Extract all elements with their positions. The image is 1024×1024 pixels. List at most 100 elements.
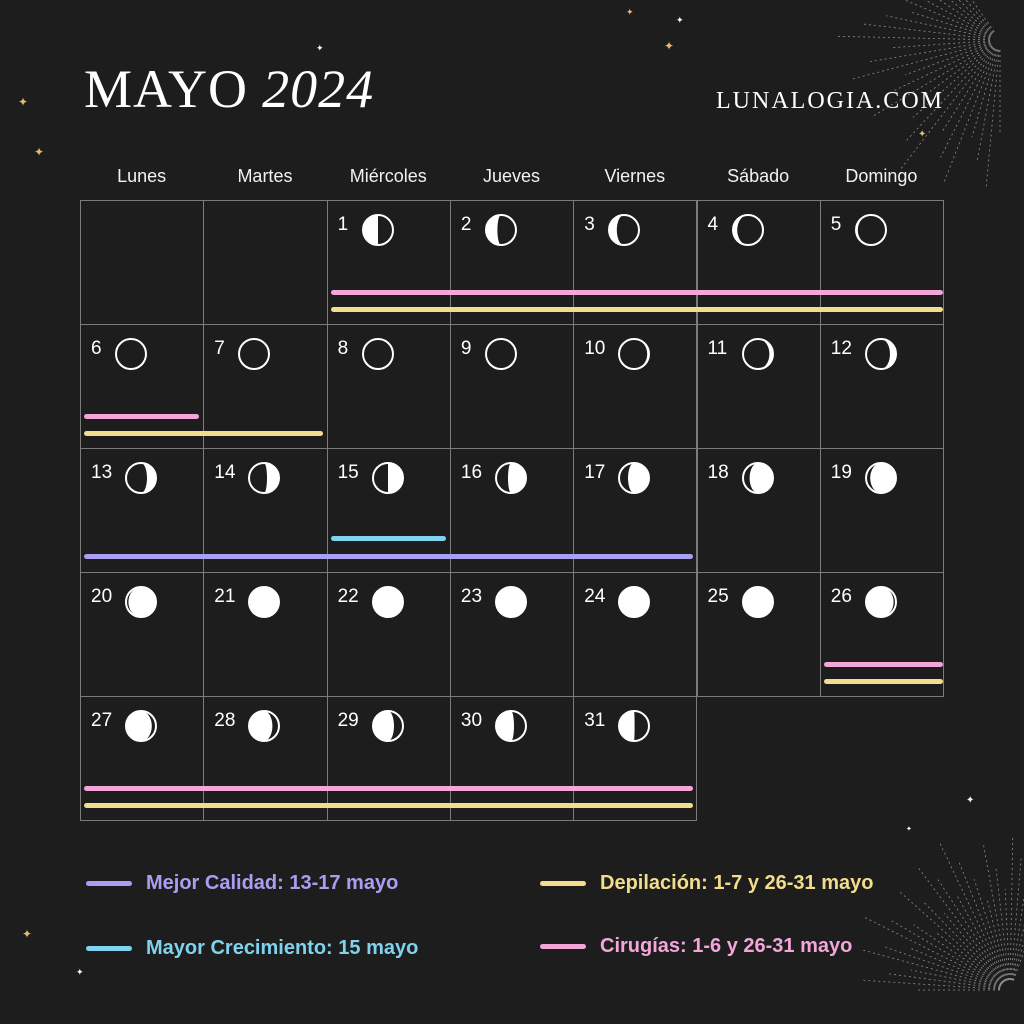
moon-phase-icon <box>115 338 147 370</box>
moon-phase-icon <box>618 462 651 494</box>
day-number: 15 <box>337 462 359 483</box>
moon-phase-icon <box>125 462 157 494</box>
moon-phase-icon <box>361 338 394 370</box>
day-number: 27 <box>91 710 113 731</box>
range-bar-yellow <box>330 307 944 312</box>
day-number: 21 <box>214 586 236 607</box>
legend-item-surgery: Cirugías: 1-6 y 26-31 mayo <box>540 935 852 958</box>
day-number: 1 <box>337 214 349 235</box>
range-bar-pink <box>84 786 693 791</box>
day-number: 29 <box>337 710 359 731</box>
moon-phase-icon <box>741 586 774 618</box>
calendar-day-cell: 24 <box>573 572 698 697</box>
legend-label: Mejor Calidad: 13-17 mayo <box>146 872 399 894</box>
day-number: 9 <box>460 338 472 359</box>
calendar-day-cell: 25 <box>696 572 821 697</box>
legend-swatch-yellow <box>540 881 586 886</box>
sparkle-icon: ✦ <box>906 826 912 833</box>
moon-phase-icon <box>371 462 404 494</box>
moon-phase-icon <box>854 214 887 246</box>
moon-phase-icon <box>864 338 897 370</box>
moon-phase-icon <box>125 586 157 618</box>
day-number: 26 <box>830 586 852 607</box>
day-number: 3 <box>584 214 595 235</box>
sparkle-icon: ✦ <box>22 927 33 941</box>
day-number: 10 <box>584 338 606 359</box>
calendar-grid: 1 2 3 4 5 6 7 8 9 10 11 12 13 14 15 16 17 18 19 20 21 22 23 24 2… <box>0 0 1024 1024</box>
moon-phase-icon <box>741 338 774 370</box>
legend-item-best-quality: Mejor Calidad: 13-17 mayo <box>86 872 398 895</box>
moon-phase-icon <box>484 338 517 370</box>
moon-phase-icon <box>618 338 651 370</box>
sparkle-icon: ✦ <box>676 15 684 25</box>
legend-swatch-purple <box>86 881 132 886</box>
day-number: 18 <box>707 462 729 483</box>
day-number: 19 <box>830 462 852 483</box>
moon-phase-icon <box>864 586 897 618</box>
calendar-day-cell: 20 <box>80 572 205 697</box>
day-number: 4 <box>707 214 719 235</box>
range-bar-purple <box>84 554 693 559</box>
range-bar-yellow <box>823 679 944 684</box>
legend-label: Depilación: 1-7 y 26-31 mayo <box>600 872 874 894</box>
calendar-day-cell: 18 <box>696 448 821 573</box>
day-number: 12 <box>830 338 852 359</box>
legend-swatch-pink <box>540 944 586 949</box>
calendar-day-cell: 10 <box>573 324 698 449</box>
moon-phase-icon <box>361 214 394 246</box>
sparkle-icon: ✦ <box>664 39 675 53</box>
range-bar-pink <box>823 662 944 667</box>
moon-phase-icon <box>618 710 651 742</box>
day-number: 5 <box>830 214 842 235</box>
calendar-day-cell: 21 <box>203 572 328 697</box>
range-bar-pink <box>330 290 944 295</box>
day-number: 23 <box>460 586 483 607</box>
sparkle-icon: ✦ <box>626 7 634 17</box>
moon-phase-icon <box>238 338 271 370</box>
legend-label: Mayor Crecimiento: 15 mayo <box>146 937 419 959</box>
moon-phase-icon <box>494 586 527 618</box>
sparkle-icon: ✦ <box>966 795 975 806</box>
moon-phase-icon <box>125 710 157 742</box>
moon-phase-icon <box>371 586 404 618</box>
day-number: 31 <box>584 710 606 731</box>
moon-phase-icon <box>731 214 764 246</box>
range-bar-yellow <box>84 431 323 436</box>
day-number: 13 <box>91 462 113 483</box>
moon-phase-icon <box>864 462 897 494</box>
calendar-cell-empty <box>80 200 205 325</box>
moon-phase-icon <box>248 586 281 618</box>
day-number: 28 <box>214 710 236 731</box>
moon-phase-icon <box>494 710 527 742</box>
calendar-day-cell: 23 <box>449 572 575 697</box>
sparkle-icon: ✦ <box>918 129 927 140</box>
day-number: 2 <box>460 214 472 235</box>
day-number: 24 <box>584 586 606 607</box>
calendar-day-cell: 22 <box>326 572 451 697</box>
sparkle-icon: ✦ <box>34 145 45 159</box>
moon-phase-icon <box>248 462 281 494</box>
day-number: 16 <box>460 462 483 483</box>
legend-item-greatest-growth: Mayor Crecimiento: 15 mayo <box>86 937 418 960</box>
day-number: 11 <box>707 338 728 359</box>
range-bar-blue <box>330 536 446 541</box>
moon-phase-icon <box>494 462 527 494</box>
sparkle-icon: ✦ <box>18 95 29 109</box>
moon-phase-icon <box>608 214 641 246</box>
legend-label: Cirugías: 1-6 y 26-31 mayo <box>600 935 853 957</box>
moon-phase-icon <box>484 214 517 246</box>
calendar-day-cell: 12 <box>819 324 945 449</box>
day-number: 17 <box>584 462 606 483</box>
legend-swatch-blue <box>86 946 132 951</box>
calendar-cell-empty <box>203 200 328 325</box>
sparkle-icon: ✦ <box>316 43 324 53</box>
moon-phase-icon <box>371 710 404 742</box>
calendar-day-cell: 9 <box>449 324 575 449</box>
day-number: 14 <box>214 462 236 483</box>
legend-item-hair-removal: Depilación: 1-7 y 26-31 mayo <box>540 872 873 895</box>
sparkle-icon: ✦ <box>76 967 84 977</box>
day-number: 7 <box>214 338 225 359</box>
moon-phase-icon <box>618 586 651 618</box>
day-number: 30 <box>460 710 483 731</box>
day-number: 22 <box>337 586 359 607</box>
